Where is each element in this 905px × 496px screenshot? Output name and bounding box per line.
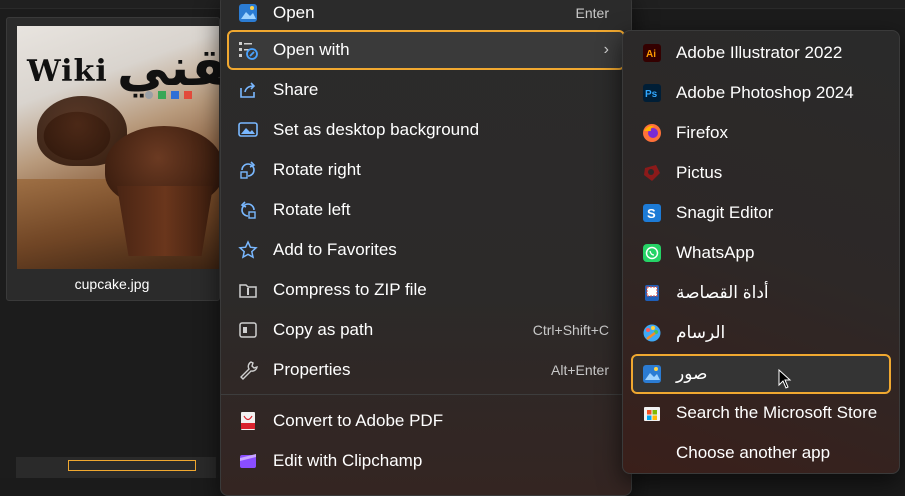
wrench-icon [237,359,259,381]
submenu-item-choose-another-app[interactable]: Choose another app [633,435,889,471]
menu-item-label: Open [273,3,315,22]
submenu-item-paint[interactable]: الرسام [633,315,889,351]
menu-item-label: Copy as path [273,320,374,339]
snagit-icon: S [641,202,663,224]
menu-item-label: Add to Favorites [273,240,397,259]
menu-item-set-desktop-background[interactable]: Set as desktop background [229,112,623,148]
submenu-item-photos[interactable]: صور [631,354,891,394]
menu-item-shortcut: Enter [575,5,609,21]
paint-icon [641,322,663,344]
submenu-item-label: أداة القصاصة [676,283,769,302]
file-tile-cupcake[interactable]: Wiki تقني [6,17,248,301]
submenu-item-label: الرسام [676,323,726,342]
rotate-left-icon [237,199,259,221]
menu-item-label: Share [273,80,319,99]
clipchamp-icon [237,450,259,472]
submenu-item-microsoft-store[interactable]: Search the Microsoft Store [633,395,889,431]
share-icon [237,79,259,101]
photos-icon [237,2,259,24]
submenu-item-label: Adobe Photoshop 2024 [676,83,854,102]
menu-item-shortcut: Alt+Enter [551,362,609,378]
submenu-item-photoshop[interactable]: Ps Adobe Photoshop 2024 [633,75,889,111]
rotate-right-icon [237,159,259,181]
submenu-item-snagit[interactable]: S Snagit Editor [633,195,889,231]
svg-text:Ai: Ai [646,49,656,60]
submenu-item-label: Adobe Illustrator 2022 [676,43,843,62]
mini-preview-highlight [68,460,196,471]
menu-item-add-to-favorites[interactable]: Add to Favorites [229,232,623,268]
menu-item-label: Rotate right [273,160,361,179]
submenu-item-label: Search the Microsoft Store [676,403,878,422]
submenu-item-label: Pictus [676,163,723,182]
menu-item-open[interactable]: Open Enter [229,0,623,31]
photoshop-icon: Ps [641,82,663,104]
submenu-item-label: Firefox [676,123,728,142]
submenu-item-pictus[interactable]: Pictus [633,155,889,191]
file-name-label: cupcake.jpg [74,276,150,292]
menu-item-compress-zip[interactable]: Compress to ZIP file [229,272,623,308]
desktop-background-icon [237,119,259,141]
mouse-cursor-icon [778,368,792,394]
menu-item-shortcut: Ctrl+Shift+C [532,322,609,338]
context-menu: Open Enter Open with › Share Set as desk… [220,0,632,496]
menu-item-label: Convert to Adobe PDF [273,411,444,430]
open-with-icon [237,39,259,61]
firefox-icon [641,122,663,144]
microsoft-store-icon [641,402,663,424]
menu-item-label: Compress to ZIP file [273,280,427,299]
photos-icon [641,363,663,385]
submenu-item-label: WhatsApp [676,243,755,262]
menu-separator [221,394,631,395]
menu-item-edit-clipchamp[interactable]: Edit with Clipchamp [229,443,623,479]
copy-path-icon [237,319,259,341]
star-icon [237,239,259,261]
whatsapp-icon [641,242,663,264]
menu-item-copy-as-path[interactable]: Copy as path Ctrl+Shift+C [229,312,623,348]
svg-text:Ps: Ps [645,89,658,100]
menu-item-share[interactable]: Share [229,72,623,108]
watermark-logo-wiki: Wiki [27,54,108,89]
menu-item-properties[interactable]: Properties Alt+Enter [229,352,623,388]
chevron-right-icon: › [603,41,609,58]
menu-item-label: Edit with Clipchamp [273,451,423,470]
submenu-item-firefox[interactable]: Firefox [633,115,889,151]
thumbnail-muffin-base [117,186,213,256]
submenu-item-label: Choose another app [676,443,831,462]
illustrator-icon: Ai [641,42,663,64]
menu-item-label: Rotate left [273,200,351,219]
pictus-icon [641,162,663,184]
submenu-item-whatsapp[interactable]: WhatsApp [633,235,889,271]
open-with-submenu: Ai Adobe Illustrator 2022 Ps Adobe Photo… [622,30,900,474]
submenu-item-label: صور [676,364,708,383]
submenu-item-snipping-tool[interactable]: أداة القصاصة [633,275,889,311]
menu-item-open-with[interactable]: Open with › [227,30,625,70]
menu-item-convert-adobe-pdf[interactable]: Convert to Adobe PDF [229,403,623,439]
submenu-item-label: Snagit Editor [676,203,774,222]
menu-item-label: Properties [273,360,351,379]
adobe-pdf-icon [237,410,259,432]
mini-preview-thumbnail [16,457,216,478]
menu-item-label: Set as desktop background [273,120,480,139]
snipping-tool-icon [641,282,663,304]
svg-text:S: S [647,206,656,221]
watermark-logo-dots [145,91,192,99]
zip-folder-icon [237,279,259,301]
submenu-item-illustrator[interactable]: Ai Adobe Illustrator 2022 [633,35,889,71]
menu-item-rotate-left[interactable]: Rotate left [229,192,623,228]
menu-item-label: Open with [273,40,350,59]
menu-item-rotate-right[interactable]: Rotate right [229,152,623,188]
